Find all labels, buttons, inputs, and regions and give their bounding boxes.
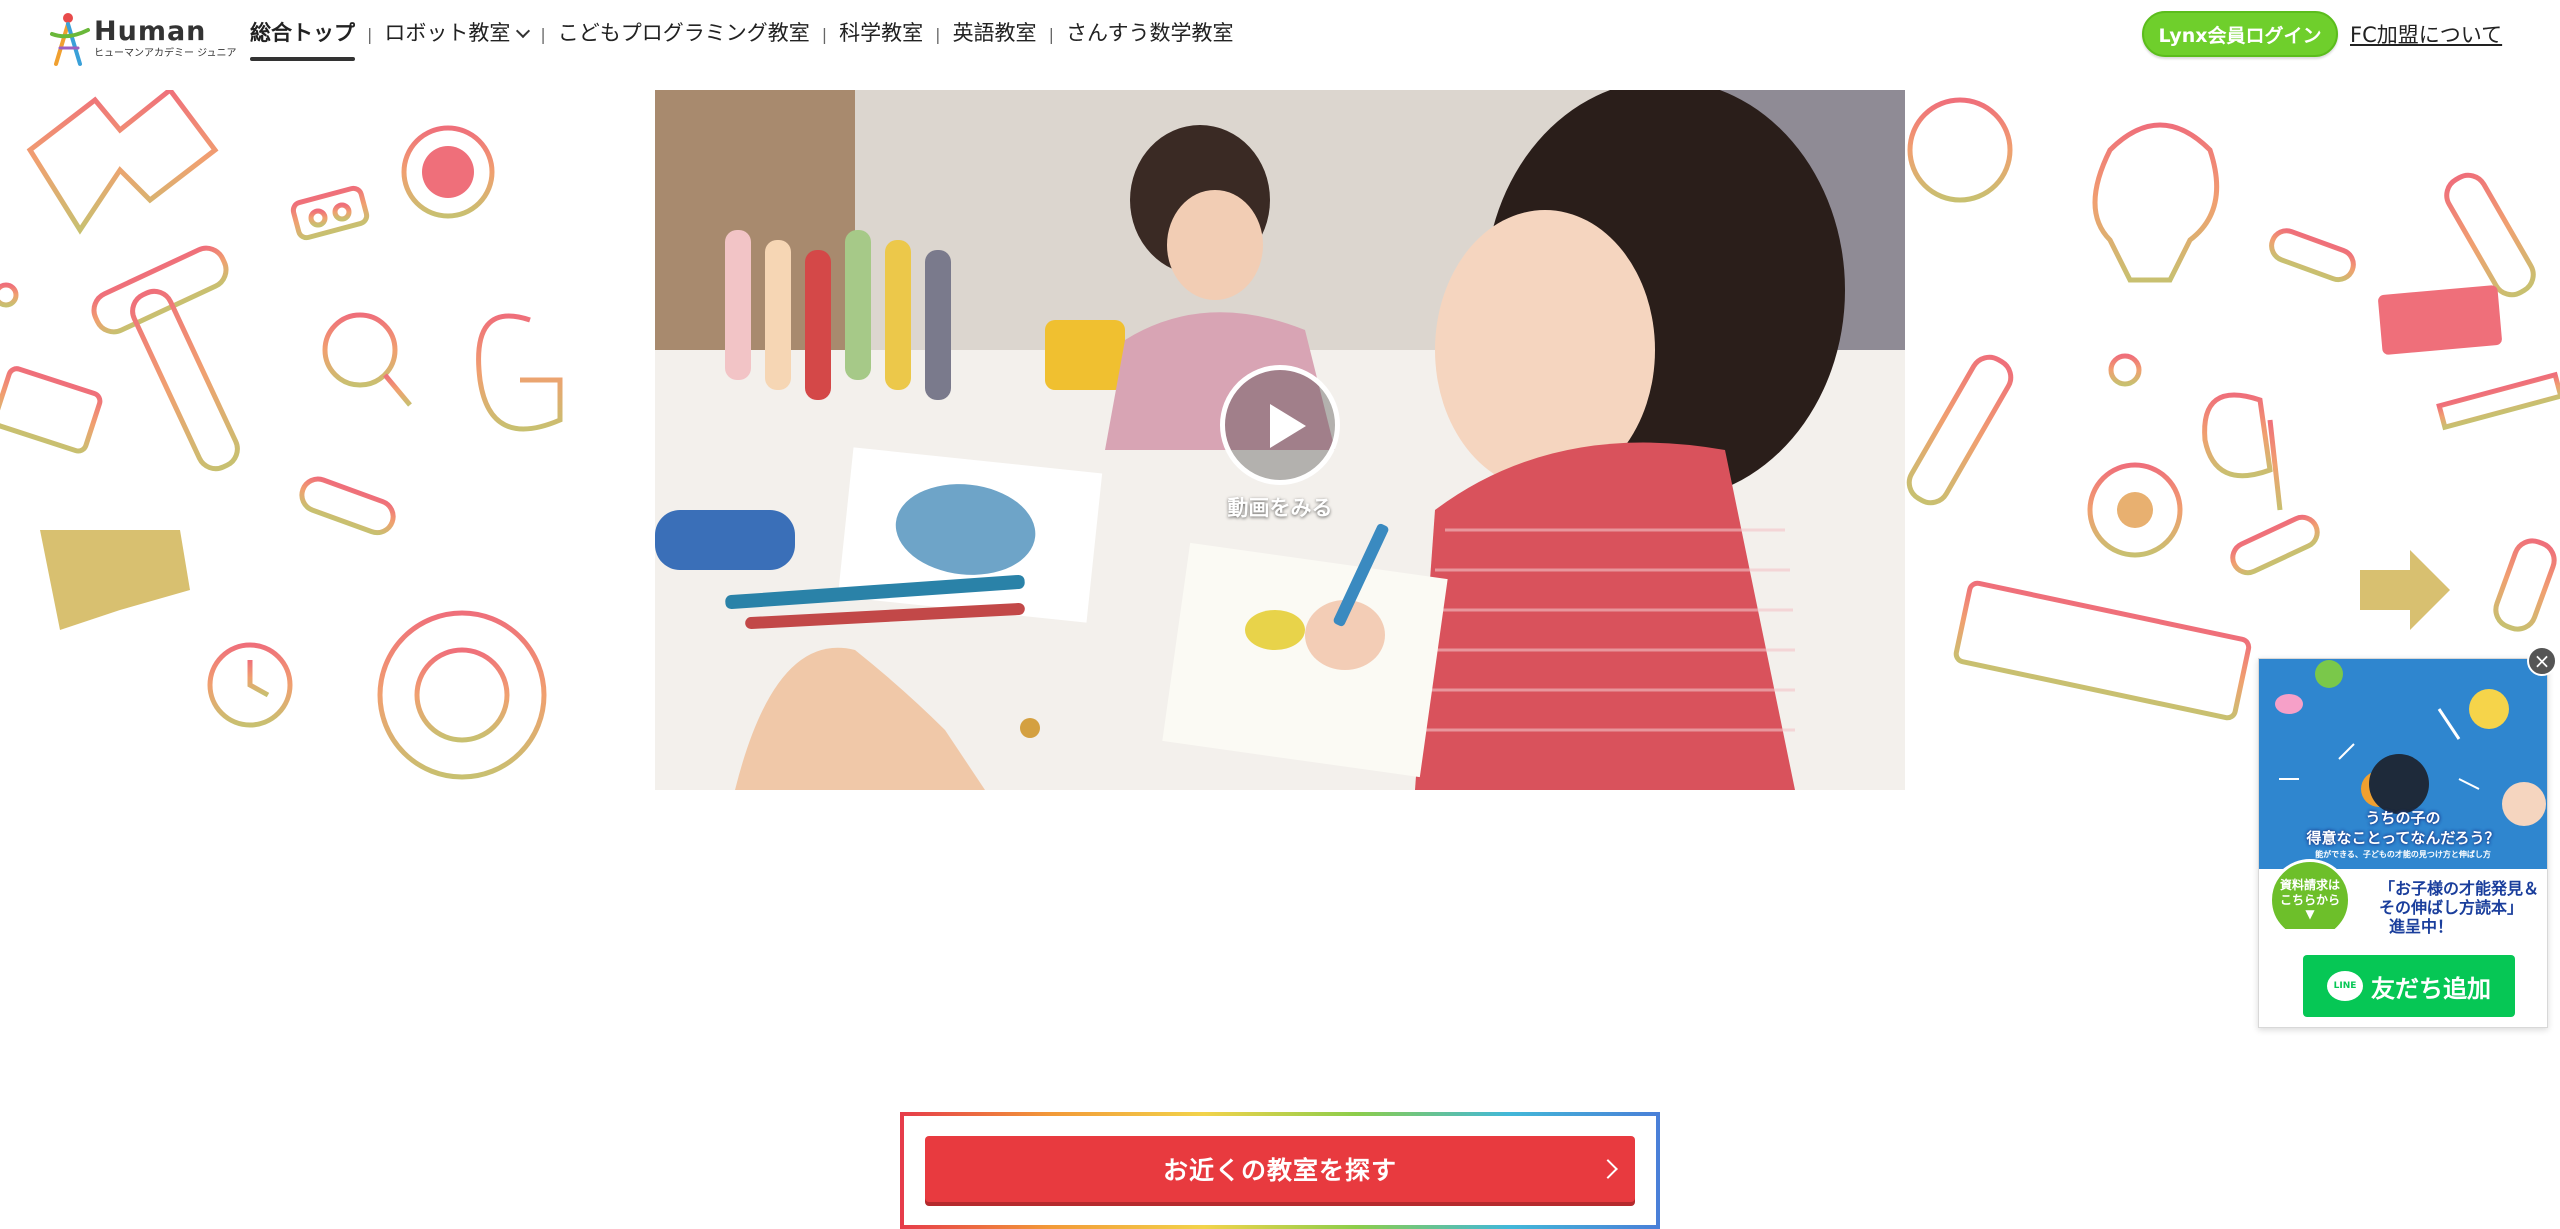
nav-item-science[interactable]: 科学教室 — [839, 17, 923, 51]
nav-separator: | — [935, 24, 941, 44]
nav-separator: | — [367, 24, 373, 44]
banner-pitch: 「お子様の才能発見＆ その伸ばし方読本」 進呈中！ — [2379, 879, 2539, 937]
nav-item-robot[interactable]: ロボット教室 — [384, 17, 531, 51]
hero-video[interactable]: 動画をみる — [655, 90, 1905, 790]
pitch-line-2: その伸ばし方読本」 — [2379, 898, 2524, 918]
line-logo-icon: LINE — [2327, 971, 2363, 1001]
pitch-line-3: 進呈中！ — [2389, 917, 2454, 937]
pitch-line-1: 「お子様の才能発見＆ — [2379, 879, 2540, 898]
nav-item-programming[interactable]: こどもプログラミング教室 — [558, 17, 810, 51]
human-academy-logo[interactable]: Human ヒューマンアカデミー ジュニア — [48, 12, 236, 70]
banner-close-button[interactable]: × — [2527, 646, 2557, 676]
cta-frame: お近くの教室を探す — [900, 1112, 1660, 1229]
cta-inner: お近くの教室を探す — [904, 1116, 1656, 1225]
arrow-down-icon: ▼ — [2305, 907, 2315, 922]
play-button[interactable] — [1220, 365, 1340, 485]
lynx-login-button[interactable]: Lynx会員ログイン — [2142, 11, 2338, 57]
line-promo-banner[interactable]: うちの子の 得意なことってなんだろう？ 能ができる、子どもの才能の見つけ方と伸ば… — [2258, 658, 2548, 1028]
banner-headline-1: うちの子の — [2365, 809, 2441, 827]
logo-word: Human — [94, 16, 207, 47]
nav-separator: | — [540, 24, 546, 44]
chevron-right-icon — [1598, 1159, 1618, 1179]
badge-line-2: こちらから — [2279, 892, 2340, 907]
nav-item-robot-label: ロボット教室 — [384, 21, 511, 45]
chevron-down-icon — [516, 23, 531, 39]
line-add-friend-label: 友だち追加 — [2371, 974, 2491, 1003]
find-classroom-label: お近くの教室を探す — [1162, 1156, 1397, 1185]
banner-headline-2: 得意なことってなんだろう？ — [2306, 829, 2500, 847]
logo-mark-icon — [50, 13, 90, 66]
play-icon — [1270, 404, 1306, 448]
nav-item-english[interactable]: 英語教室 — [953, 17, 1037, 51]
main-nav: 総合トップ | ロボット教室 | こどもプログラミング教室 | 科学教室 | 英… — [250, 17, 1234, 61]
site-header: Human ヒューマンアカデミー ジュニア 総合トップ | ロボット教室 | こ… — [0, 0, 2560, 68]
nav-separator: | — [1048, 24, 1054, 44]
line-add-friend-button[interactable]: LINE 友だち追加 — [2303, 955, 2515, 1017]
banner-caption: 能ができる、子どもの才能の見つけ方と伸ばし方 — [2315, 850, 2491, 859]
nav-item-math[interactable]: さんすう数学教室 — [1066, 17, 1234, 51]
find-classroom-button[interactable]: お近くの教室を探す — [925, 1136, 1635, 1202]
fc-franchise-link[interactable]: FC加盟について — [2350, 19, 2502, 49]
badge-line-1: 資料請求は — [2279, 878, 2340, 893]
logo-subtitle: ヒューマンアカデミー ジュニア — [94, 48, 237, 59]
nav-item-top[interactable]: 総合トップ — [250, 17, 355, 61]
play-label: 動画をみる — [1227, 496, 1333, 520]
nav-separator: | — [821, 24, 828, 44]
